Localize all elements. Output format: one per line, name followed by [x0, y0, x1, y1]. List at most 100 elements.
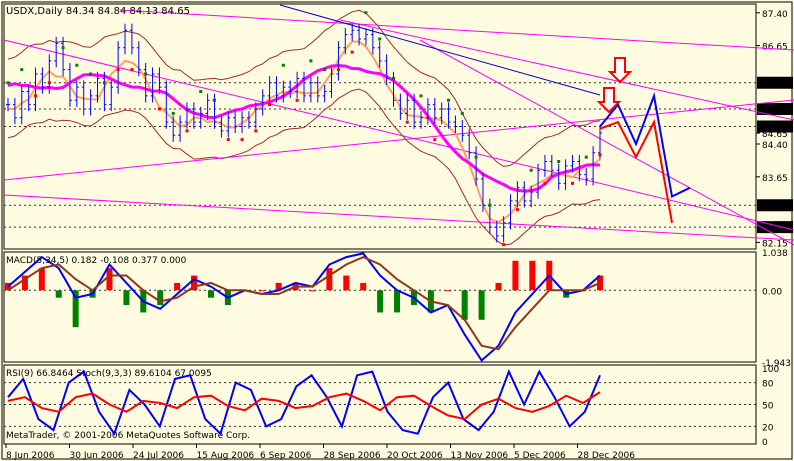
macd-histogram-bar	[55, 290, 62, 298]
macd-histogram-bar	[207, 290, 214, 298]
price-tick-label: 83.65	[762, 174, 788, 184]
x-tick-label: 28 Dec 2006	[578, 451, 636, 461]
macd-histogram-bar	[394, 290, 401, 313]
stoch-header-label: RSI(9) 66.8464 Stoch(9,3,3) 89.6104 67.0…	[6, 369, 212, 379]
x-tick-label: 15 Aug 2006	[197, 451, 255, 461]
psar-dot	[199, 90, 203, 93]
psar-dot	[460, 111, 464, 115]
psar-dot	[350, 50, 354, 54]
macd-histogram-bar	[360, 282, 367, 291]
psar-dot	[323, 68, 327, 72]
psar-dot	[391, 76, 395, 80]
psar-dot	[529, 168, 533, 172]
stoch-line	[7, 369, 601, 436]
stoch-tick-label: 80	[762, 380, 774, 390]
stoch-tick-label: 100	[762, 365, 779, 375]
x-tick-label: 24 Jul 2006	[133, 451, 184, 461]
price-tick-label: 83.00	[760, 202, 786, 212]
psar-dot	[281, 63, 285, 67]
psar-dot	[584, 155, 588, 159]
psar-dot	[268, 103, 272, 107]
psar-dot	[75, 63, 79, 67]
psar-dot	[309, 59, 313, 63]
psar-dot	[171, 111, 175, 115]
macd-histogram-bar	[326, 268, 333, 291]
psar-dot	[226, 138, 230, 142]
psar-dot	[557, 160, 561, 163]
price-tick-label: 84.65	[762, 130, 788, 140]
psar-dot	[130, 68, 134, 72]
psar-dot	[34, 94, 38, 98]
ema-fast-line	[8, 40, 601, 224]
window-frame	[1, 1, 793, 460]
psar-dot	[598, 153, 602, 157]
macd-histogram-bar	[106, 268, 113, 291]
price-tick-label: 82.50	[760, 224, 786, 234]
psar-dot	[378, 37, 382, 41]
psar-dot	[20, 68, 24, 72]
stoch-tick-label: 20	[762, 423, 774, 433]
macd-histogram-bar	[38, 268, 45, 291]
psar-dot	[89, 72, 93, 76]
macd-histogram-bar	[258, 290, 265, 292]
psar-dot	[364, 11, 368, 15]
psar-dot	[144, 72, 148, 76]
macd-tick-label: 0.00	[762, 287, 782, 297]
watermark-label: MetaTrader, © 2001-2006 MetaQuotes Softw…	[6, 431, 250, 441]
trendline	[119, 9, 794, 51]
psar-dot	[543, 181, 547, 185]
down-arrow-icon	[607, 57, 633, 84]
price-tick-label: 82.15	[762, 239, 788, 249]
psar-dot	[405, 120, 409, 124]
macd-histogram-bar	[478, 290, 485, 320]
x-tick-label: 5 Dec 2006	[514, 451, 566, 461]
macd-histogram-bar	[444, 290, 451, 292]
macd-header-label: MACD(5,34,5) 0.182 -0.108 0.377 0.000	[6, 256, 187, 266]
trendline	[3, 99, 794, 181]
psar-dot	[419, 94, 423, 98]
macd-histogram-bar	[123, 290, 130, 306]
psar-dot	[102, 81, 106, 85]
psar-dot	[502, 243, 506, 247]
price-tick-label: 84.40	[762, 141, 788, 151]
psar-dot	[157, 107, 161, 111]
psar-dot	[254, 129, 258, 133]
macd-histogram-bar	[309, 290, 316, 292]
psar-dot	[570, 181, 574, 185]
macd-histogram-bar	[377, 290, 384, 313]
price-tick-label: 85.20	[760, 106, 786, 116]
macd-histogram-bar	[512, 260, 519, 291]
price-tick-label: 86.65	[762, 43, 788, 53]
psar-dot	[213, 98, 217, 102]
macd-histogram-bar	[495, 282, 502, 291]
psar-dot	[515, 208, 519, 212]
stoch-tick-label: 0	[762, 438, 768, 448]
chart-window: 87.40 86.65 85.80 85.20 84.80 84.65 84.40 83.65…	[0, 0, 794, 461]
psar-dot	[47, 81, 51, 85]
macd-line	[7, 252, 601, 362]
trendline	[419, 39, 794, 246]
x-tick-label: 8 Jun 2006	[6, 451, 55, 461]
psar-dot	[488, 203, 492, 207]
trendline	[279, 4, 601, 96]
price-tick-label: 87.40	[762, 10, 788, 20]
psar-dot	[185, 129, 189, 133]
x-tick-label: 28 Sep 2006	[324, 451, 381, 461]
psar-dot	[295, 98, 299, 102]
macd-histogram-bar	[157, 290, 164, 306]
trendline	[339, 19, 794, 121]
macd-histogram-bar	[529, 260, 536, 291]
x-tick-label: 30 Jun 2006	[70, 451, 124, 461]
stoch-tick-label: 50	[762, 402, 774, 412]
psar-dot	[240, 138, 244, 142]
psar-dot	[433, 138, 437, 142]
psar-dot	[336, 68, 340, 72]
x-tick-label: 6 Sep 2006	[260, 451, 312, 461]
macd-histogram-bar	[461, 290, 468, 320]
macd-histogram-bar	[174, 282, 181, 291]
price-header-label: USDX,Daily 84.34 84.84 84.13 84.65	[6, 6, 190, 17]
psar-dot	[447, 98, 451, 102]
x-tick-label: 13 Nov 2006	[451, 451, 509, 461]
macd-signal-line	[7, 256, 601, 351]
chart-canvas[interactable]: 87.4086.6585.8085.2084.8084.6584.4083.65…	[0, 0, 794, 461]
